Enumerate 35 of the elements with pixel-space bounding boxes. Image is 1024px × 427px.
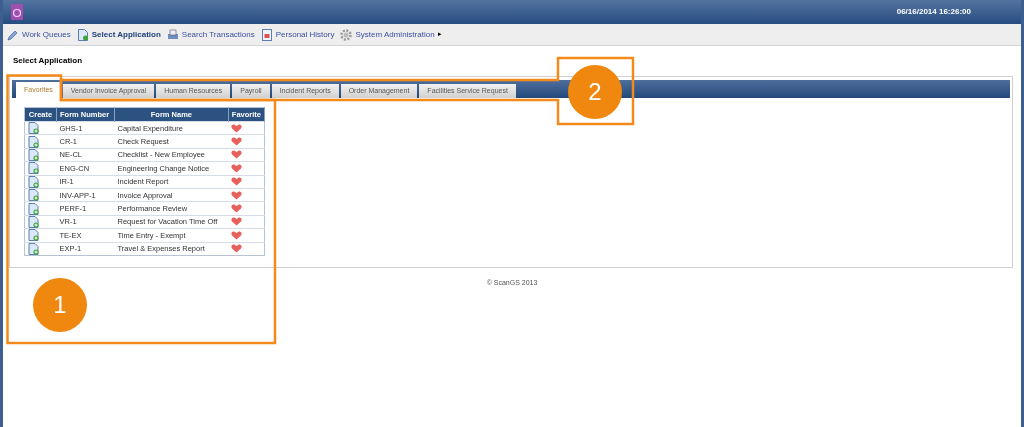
new-form-icon[interactable] xyxy=(28,189,39,202)
heart-icon[interactable] xyxy=(231,123,243,133)
menu-item[interactable]: Personal History xyxy=(275,28,335,41)
page-icon xyxy=(76,28,89,41)
heart-icon[interactable] xyxy=(231,230,243,240)
callout-badge: 1 xyxy=(33,278,87,332)
heart-icon[interactable] xyxy=(231,137,243,147)
heart-icon[interactable] xyxy=(231,150,243,160)
menu-item[interactable]: System Administration xyxy=(355,28,435,41)
gear-icon xyxy=(340,28,353,41)
printer-icon xyxy=(166,28,179,41)
new-form-icon[interactable] xyxy=(28,135,39,148)
callout-badge: 2 xyxy=(568,65,622,119)
menu-item[interactable]: Search Transactions xyxy=(181,28,255,41)
new-form-icon[interactable] xyxy=(28,148,39,161)
pencil-icon xyxy=(7,28,19,41)
new-form-icon[interactable] xyxy=(28,202,39,215)
document-icon xyxy=(260,28,273,41)
heart-icon[interactable] xyxy=(231,177,243,187)
new-form-icon[interactable] xyxy=(28,175,39,188)
menu-item[interactable]: Work Queues xyxy=(22,28,71,41)
heart-icon[interactable] xyxy=(231,163,243,173)
heart-icon[interactable] xyxy=(231,244,243,254)
menu-item[interactable]: Select Application xyxy=(91,28,161,41)
heart-icon[interactable] xyxy=(231,190,243,200)
app-logo-icon xyxy=(11,4,23,20)
heart-icon[interactable] xyxy=(231,217,243,227)
new-form-icon[interactable] xyxy=(28,162,39,175)
heart-icon[interactable] xyxy=(231,204,243,214)
page-title: Select Application xyxy=(13,55,83,67)
timestamp: 06/16/2014 16:26:00 xyxy=(896,6,971,18)
new-form-icon[interactable] xyxy=(28,229,39,242)
new-form-icon[interactable] xyxy=(28,242,39,255)
new-form-icon[interactable] xyxy=(28,122,39,135)
new-form-icon[interactable] xyxy=(28,215,39,228)
